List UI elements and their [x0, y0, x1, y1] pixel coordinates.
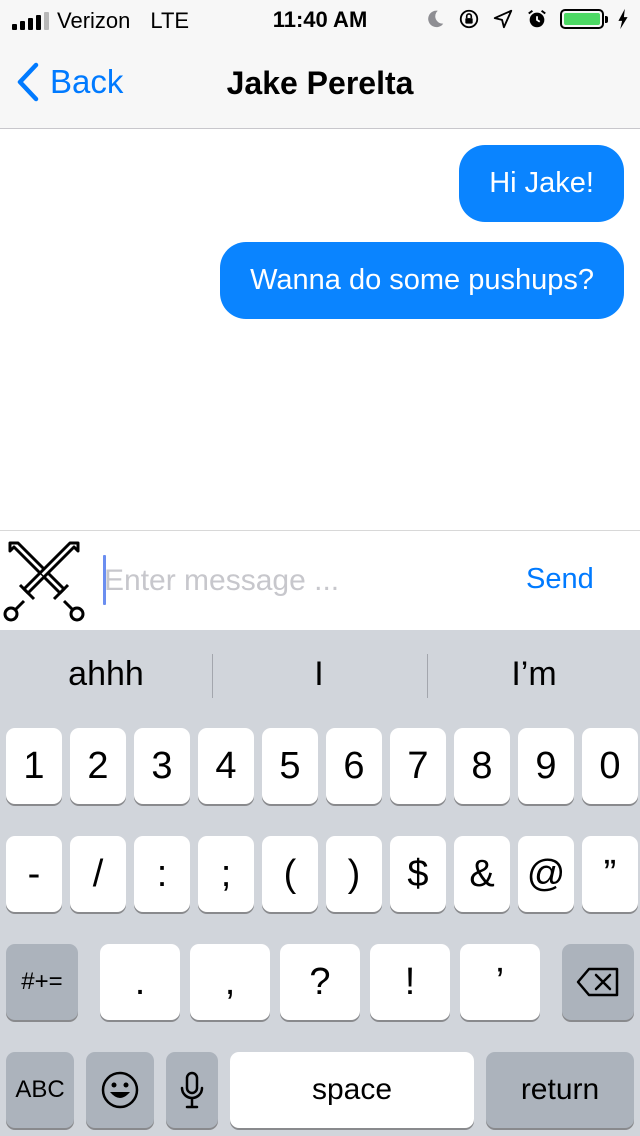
navigation-bar: Back Jake Perelta [0, 40, 640, 129]
suggestion-1[interactable]: ahhh [0, 630, 212, 718]
key-0[interactable]: 0 [582, 728, 638, 804]
backspace-icon [576, 967, 619, 997]
key-open-paren[interactable]: ( [262, 836, 318, 912]
orientation-lock-icon [459, 9, 479, 29]
space-key[interactable]: space [230, 1052, 474, 1128]
key-close-paren[interactable]: ) [326, 836, 382, 912]
message-bubble: Wanna do some pushups? [220, 242, 624, 319]
dictation-key[interactable] [166, 1052, 218, 1128]
battery-icon [560, 9, 608, 29]
message-bubble: Hi Jake! [459, 145, 624, 222]
key-2[interactable]: 2 [70, 728, 126, 804]
key-apostrophe[interactable]: ’ [460, 944, 540, 1020]
status-bar: Verizon LTE 11:40 AM [0, 0, 640, 40]
keyboard: ahhh I I’m 1 2 3 4 5 6 7 8 9 0 - / : ; (… [0, 630, 640, 1136]
key-question[interactable]: ? [280, 944, 360, 1020]
message-list[interactable]: Hi Jake! Wanna do some pushups? [0, 129, 640, 530]
key-5[interactable]: 5 [262, 728, 318, 804]
key-at[interactable]: @ [518, 836, 574, 912]
key-comma[interactable]: , [190, 944, 270, 1020]
key-4[interactable]: 4 [198, 728, 254, 804]
key-slash[interactable]: / [70, 836, 126, 912]
key-8[interactable]: 8 [454, 728, 510, 804]
key-3[interactable]: 3 [134, 728, 190, 804]
more-symbols-key[interactable]: #+= [6, 944, 78, 1020]
key-hyphen[interactable]: - [6, 836, 62, 912]
key-ampersand[interactable]: & [454, 836, 510, 912]
location-icon [493, 9, 513, 29]
message-input[interactable] [104, 559, 504, 603]
key-quote[interactable]: ” [582, 836, 638, 912]
message-composer: Send [0, 530, 640, 631]
suggestion-2[interactable]: I [213, 630, 425, 718]
alarm-icon [528, 9, 546, 28]
emoji-icon [101, 1071, 139, 1109]
return-key[interactable]: return [486, 1052, 634, 1128]
crossed-swords-icon[interactable] [2, 539, 86, 623]
key-9[interactable]: 9 [518, 728, 574, 804]
key-6[interactable]: 6 [326, 728, 382, 804]
key-1[interactable]: 1 [6, 728, 62, 804]
delete-key[interactable] [562, 944, 634, 1020]
key-colon[interactable]: : [134, 836, 190, 912]
suggestion-3[interactable]: I’m [428, 630, 640, 718]
key-7[interactable]: 7 [390, 728, 446, 804]
moon-icon [428, 10, 444, 28]
suggestion-bar: ahhh I I’m [0, 630, 640, 718]
emoji-key[interactable] [86, 1052, 154, 1128]
conversation-title: Jake Perelta [226, 65, 414, 101]
key-dollar[interactable]: $ [390, 836, 446, 912]
abc-key[interactable]: ABC [6, 1052, 74, 1128]
key-period[interactable]: . [100, 944, 180, 1020]
send-button[interactable]: Send [526, 563, 594, 596]
charging-icon [618, 8, 628, 30]
key-semicolon[interactable]: ; [198, 836, 254, 912]
key-exclamation[interactable]: ! [370, 944, 450, 1020]
microphone-icon [180, 1071, 204, 1109]
